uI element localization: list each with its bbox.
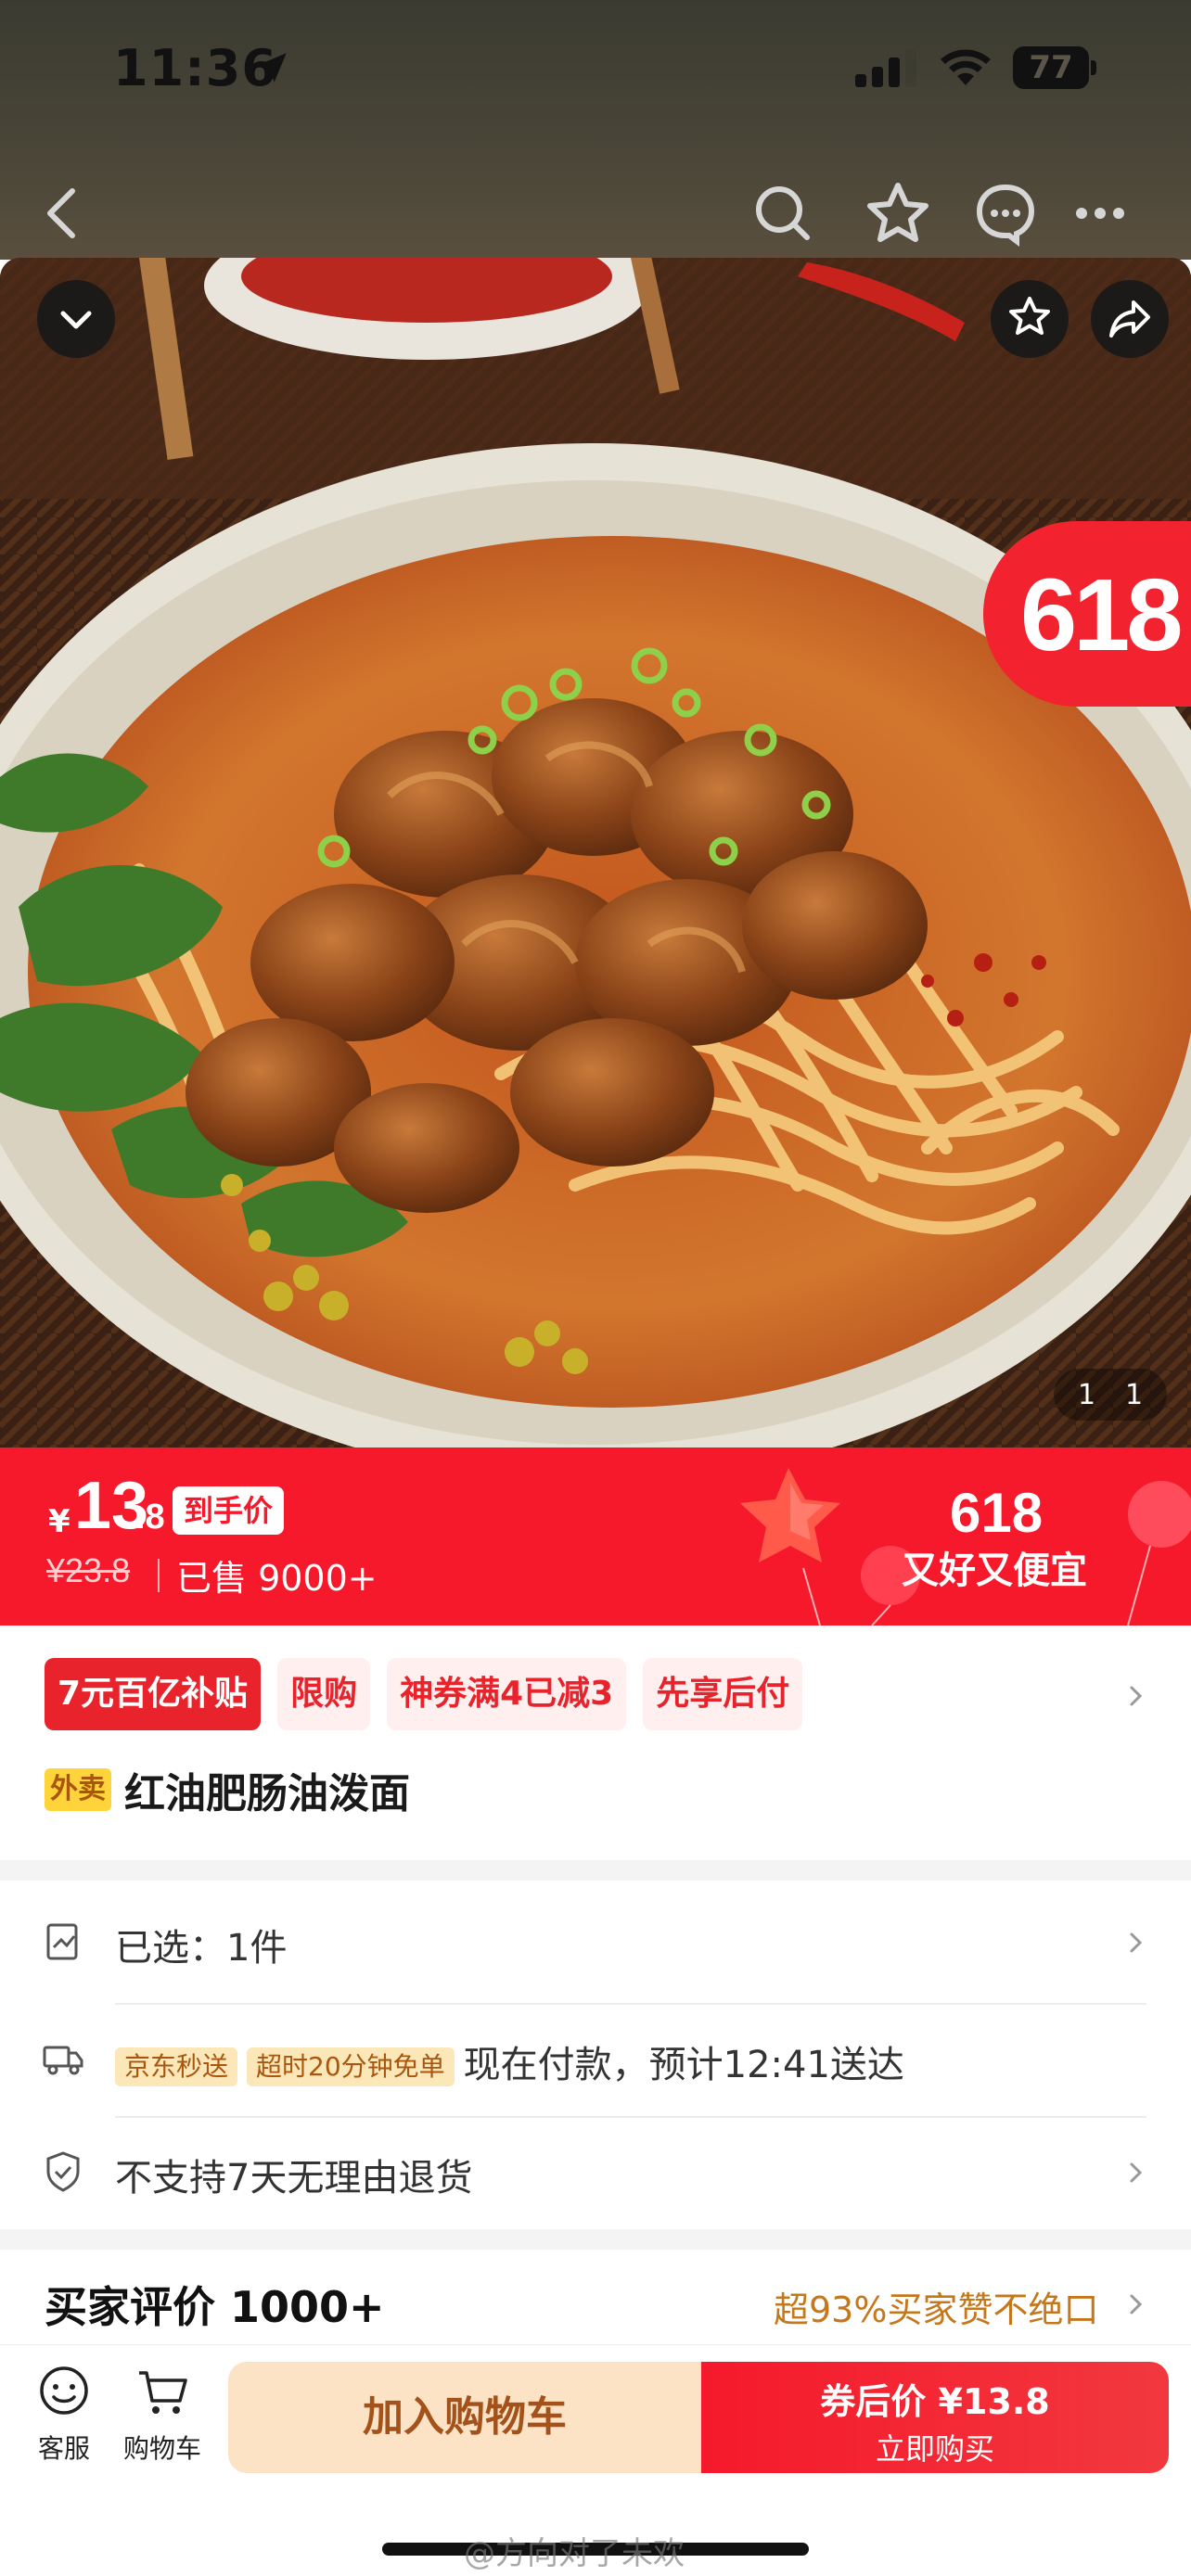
cart-button[interactable]: 购物车 — [111, 2364, 213, 2466]
jd-express-badge: 京东秒送 — [115, 2047, 238, 2086]
buy-now-label: 立即购买 — [875, 2431, 994, 2467]
selection-row[interactable]: 已选：1件 — [0, 1886, 1191, 1997]
add-to-cart-button[interactable]: 加入购物车 — [228, 2362, 701, 2473]
image-pager: 1 1 — [1054, 1369, 1167, 1421]
product-image[interactable]: 618 1 1 — [0, 258, 1191, 1447]
share-icon[interactable] — [1091, 280, 1169, 358]
product-title-row: 外卖 红油肥肠油泼面 — [45, 1762, 410, 1817]
back-icon[interactable] — [26, 176, 100, 250]
customer-service-icon[interactable] — [968, 176, 1043, 250]
noodle-bowl-illustration — [0, 258, 1191, 1447]
shield-check-icon — [46, 2151, 80, 2192]
chevron-right-icon[interactable] — [1122, 2159, 1150, 2187]
buy-now-button[interactable]: 券后价 ¥13.8 立即购买 — [701, 2362, 1169, 2473]
sold-count: 已售 9000+ — [176, 1558, 378, 1599]
final-price-label: 到手价 — [173, 1486, 285, 1535]
more-icon[interactable] — [1063, 176, 1137, 250]
tag-subsidy[interactable]: 7元百亿补贴 — [45, 1658, 262, 1730]
promo-slogan: 又好又便宜 — [902, 1549, 1087, 1592]
reviews-praise[interactable]: 超93%买家赞不绝口 — [774, 2281, 1098, 2332]
divider — [158, 1559, 160, 1592]
price-banner: ¥ 13 .8 到手价 ¥23.8 已售 9000+ 618 又好又便宜 — [0, 1447, 1191, 1626]
selected-spec-icon — [46, 1923, 78, 1960]
late-free-badge: 超时20分钟免单 — [247, 2047, 455, 2086]
delivery-row[interactable]: 京东秒送 超时20分钟免单 现在付款，预计12:41送达 — [0, 2003, 1191, 2114]
takeout-badge: 外卖 — [45, 1768, 111, 1811]
pager-current: 1 — [1077, 1378, 1096, 1411]
location-arrow-icon — [257, 53, 287, 83]
selection-label: 已选：1件 — [115, 1927, 288, 1970]
section-separator — [0, 1860, 1191, 1881]
reviews-title[interactable]: 买家评价 1000+ — [45, 2274, 385, 2335]
cart-label: 购物车 — [122, 2433, 201, 2464]
return-policy: 不支持7天无理由退货 — [115, 2157, 473, 2200]
top-bar: 11:36 77 — [0, 0, 1191, 260]
search-icon[interactable] — [746, 176, 820, 250]
favorite-icon[interactable] — [991, 280, 1069, 358]
battery-level: 77 — [1029, 49, 1073, 86]
price-decimal: .8 — [135, 1498, 165, 1537]
collapse-icon[interactable] — [37, 280, 115, 358]
tag-limited[interactable]: 限购 — [277, 1658, 371, 1730]
shopping-cart-icon — [139, 2371, 187, 2414]
original-price: ¥23.8 — [46, 1551, 131, 1589]
delivery-truck-icon — [43, 2046, 83, 2075]
returns-row[interactable]: 不支持7天无理由退货 — [0, 2116, 1191, 2227]
battery-icon: 77 — [1013, 46, 1096, 89]
delivery-info: 京东秒送 超时20分钟免单 现在付款，预计12:41送达 — [115, 2034, 904, 2088]
tag-coupon[interactable]: 神券满4已减3 — [387, 1658, 627, 1730]
product-title: 红油肥肠油泼面 — [124, 1770, 410, 1817]
chevron-right-icon[interactable] — [1122, 1929, 1150, 1957]
tag-pay-later[interactable]: 先享后付 — [643, 1658, 803, 1730]
section-separator — [0, 2229, 1191, 2250]
promo-tags[interactable]: 7元百亿补贴 限购 神券满4已减3 先享后付 — [45, 1658, 803, 1732]
buy-price-label: 券后价 ¥13.8 — [820, 2381, 1050, 2422]
cellular-signal-icon — [855, 50, 916, 87]
chevron-right-icon[interactable] — [1122, 2290, 1150, 2318]
delivery-eta: 现在付款，预计12:41送达 — [463, 2044, 904, 2086]
smile-chat-icon — [40, 2366, 88, 2415]
chevron-right-icon[interactable] — [1122, 1682, 1150, 1710]
customer-service-label: 客服 — [37, 2433, 90, 2464]
customer-service-button[interactable]: 客服 — [13, 2364, 115, 2466]
promo-618-badge: 618 — [983, 521, 1191, 707]
pager-total: 1 — [1124, 1378, 1144, 1411]
currency-symbol: ¥ — [48, 1503, 70, 1540]
watermark: @方向对了未欢 — [464, 2535, 685, 2572]
promo-618-text: 618 — [950, 1482, 1044, 1544]
wifi-icon — [941, 49, 991, 85]
star-icon[interactable] — [861, 176, 935, 250]
